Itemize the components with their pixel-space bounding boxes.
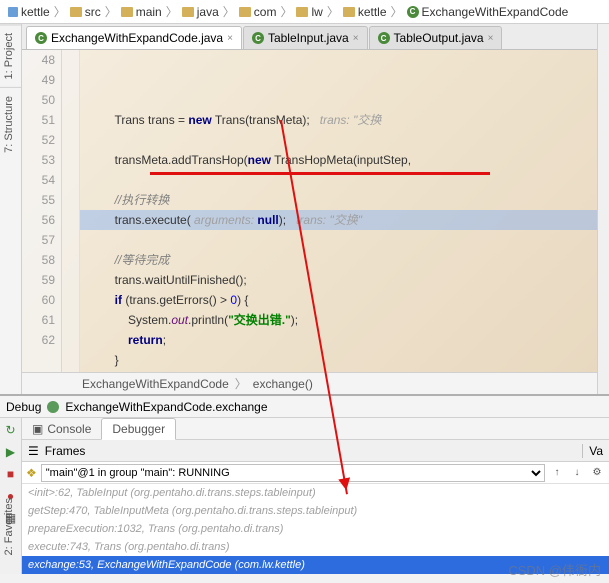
code-line[interactable]: return; (80, 330, 609, 350)
debug-tool-window: Debug ExchangeWithExpandCode.exchange ↻ … (0, 394, 609, 574)
code-line[interactable]: transMeta.addTransHop(new TransHopMeta(i… (80, 150, 609, 170)
stop-icon[interactable]: ■ (3, 466, 19, 482)
code-line[interactable]: trans.waitUntilFinished(); (80, 270, 609, 290)
bc-folder[interactable]: kettle (341, 5, 389, 19)
stack-frame-row[interactable]: <init>:62, TableInput (org.pentaho.di.tr… (22, 484, 609, 502)
editor-scrollbar[interactable] (597, 24, 609, 394)
code-line[interactable] (80, 370, 609, 372)
bug-icon (47, 401, 59, 413)
project-tool-tab[interactable]: 1: Project (0, 24, 21, 87)
debug-config-name[interactable]: ExchangeWithExpandCode.exchange (65, 400, 267, 414)
thread-selector[interactable]: "main"@1 in group "main": RUNNING (41, 464, 545, 482)
debugger-tab[interactable]: Debugger (101, 418, 176, 440)
code-line[interactable] (80, 230, 609, 250)
vars-title: Va (582, 444, 603, 458)
code-line[interactable]: } (80, 350, 609, 370)
bc-module[interactable]: kettle (6, 5, 52, 19)
code-line[interactable] (80, 130, 609, 150)
left-tool-rail: 1: Project 7: Structure (0, 24, 22, 394)
bc-folder[interactable]: lw (294, 5, 324, 19)
file-tab[interactable]: CTableOutput.java× (369, 26, 503, 49)
code-line[interactable]: //执行转换 (80, 190, 609, 210)
line-gutter: 484950515253545556575859606162 (22, 50, 62, 372)
bc-folder[interactable]: com (237, 5, 279, 19)
code-line[interactable]: trans.execute( arguments: null); trans: … (80, 210, 609, 230)
frames-title: Frames (45, 444, 86, 458)
bc-class[interactable]: CExchangeWithExpandCode (405, 5, 571, 19)
close-icon[interactable]: × (488, 33, 494, 44)
bc-folder[interactable]: main (119, 5, 164, 19)
close-icon[interactable]: × (353, 33, 359, 44)
thread-icon: ❖ (26, 466, 37, 480)
prev-frame-icon[interactable]: ↑ (549, 465, 565, 481)
code-line[interactable]: if (trans.getErrors() > 0) { (80, 290, 609, 310)
stack-frame-row[interactable]: getStep:470, TableInputMeta (org.pentaho… (22, 502, 609, 520)
gutter-marks (62, 50, 80, 372)
resume-icon[interactable]: ▶ (3, 444, 19, 460)
close-icon[interactable]: × (227, 33, 233, 44)
code-line[interactable]: System.out.println("交换出错."); (80, 310, 609, 330)
rerun-icon[interactable]: ↻ (3, 422, 19, 438)
watermark: CSDN @伟衙内 (508, 560, 601, 579)
file-tabs: CExchangeWithExpandCode.java× CTableInpu… (22, 24, 609, 50)
console-tab[interactable]: ▣Console (22, 419, 101, 439)
code-line[interactable]: Trans trans = new Trans(transMeta); tran… (80, 110, 609, 130)
file-tab[interactable]: CExchangeWithExpandCode.java× (26, 26, 242, 49)
stack-frame-row[interactable]: prepareExecution:1032, Trans (org.pentah… (22, 520, 609, 538)
structure-tool-tab[interactable]: 7: Structure (0, 87, 21, 161)
editor-area: CExchangeWithExpandCode.java× CTableInpu… (22, 24, 609, 394)
favorites-tool-tab[interactable]: 2: Favorites (0, 490, 18, 563)
next-frame-icon[interactable]: ↓ (569, 465, 585, 481)
frames-icon: ☰ (28, 444, 39, 458)
editor-breadcrumb[interactable]: ExchangeWithExpandCode〉exchange() (22, 372, 609, 394)
code-line[interactable]: //等待完成 (80, 250, 609, 270)
stack-frame-row[interactable]: execute:743, Trans (org.pentaho.di.trans… (22, 538, 609, 556)
path-breadcrumbs: kettle〉 src〉 main〉 java〉 com〉 lw〉 kettle… (0, 0, 609, 24)
code-editor[interactable]: 484950515253545556575859606162 Trans tra… (22, 50, 609, 372)
bc-folder[interactable]: src (68, 5, 103, 19)
annotation-underline (150, 172, 490, 175)
file-tab[interactable]: CTableInput.java× (243, 26, 368, 49)
filter-icon[interactable]: ⚙ (589, 465, 605, 481)
debug-title: Debug (6, 400, 41, 414)
bc-folder[interactable]: java (180, 5, 221, 19)
